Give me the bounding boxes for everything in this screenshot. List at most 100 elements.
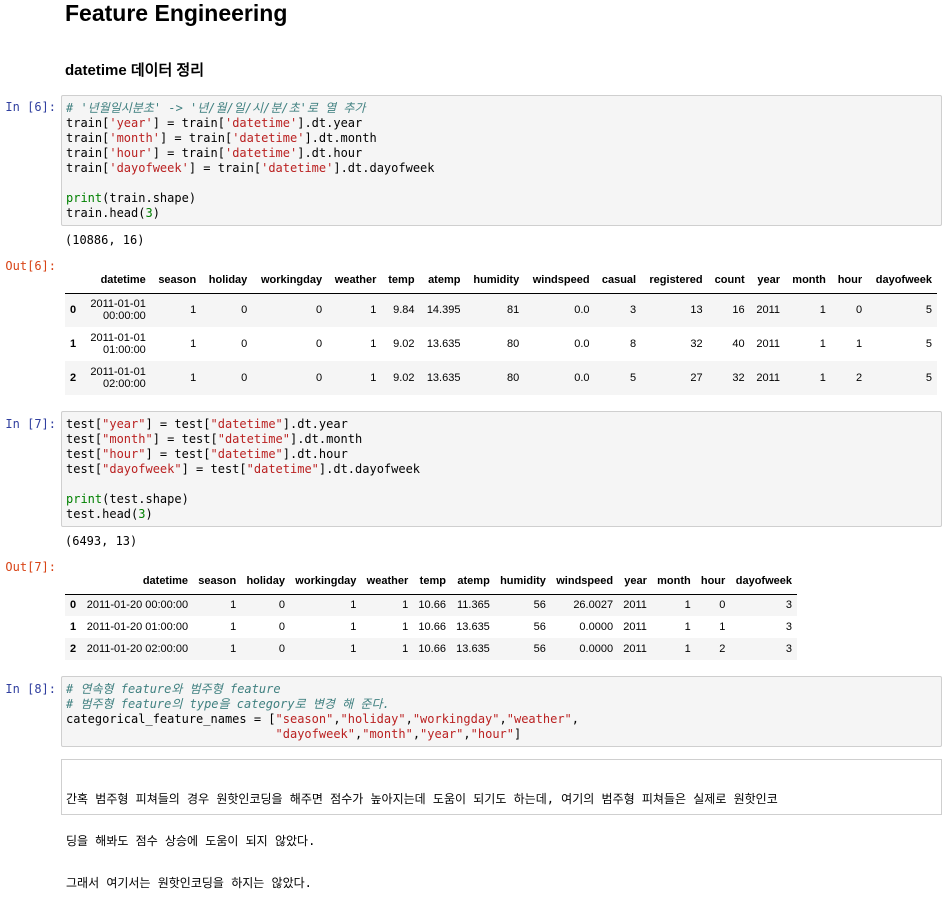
table-cell: 13.635 [456,621,490,633]
table-cell: 9.02 [393,338,415,350]
code-line: train['dayofweek'] = train['datetime'].d… [66,161,937,176]
column-header: datetime [81,568,194,595]
column-header: atemp [419,267,466,294]
code-token: ] [514,727,522,741]
code-token: ] = test[ [145,447,211,461]
code-token: ] = train[ [188,161,262,175]
column-header: windspeed [550,568,619,595]
column-header: dayofweek [730,568,797,595]
code-token: ].dt.dayofweek [333,161,435,175]
column-header: atemp [450,568,495,595]
table-cell: 2011-01-20 02:00:00 [86,643,189,655]
code-editor[interactable]: # 연속형 feature와 범주형 feature # 범주형 feature의… [62,677,941,747]
column-header: hour [830,267,868,294]
table-cell: 1 [402,643,409,655]
table-cell: 5 [629,372,637,384]
code-token: 3 [145,206,153,220]
code-token: ].dt.year [297,116,363,130]
code-token: # 연속형 feature와 범주형 feature [66,682,281,696]
code-token: "dayofweek" [102,462,182,476]
table-row: 2 2011-01-20 02:00:00 1 0 1 1 10.66 13.635 56 0.0… [65,638,797,660]
table-cell: 0 [241,372,248,384]
code-token: 'month' [109,131,160,145]
code-token: ) [145,507,153,521]
code-token: "year" [420,727,464,741]
table-cell: 5 [925,338,932,350]
code-token: ] = train[ [152,146,225,160]
code-line: "dayofweek","month","year","hour"] [66,727,937,742]
page-title: Feature Engineering [65,0,288,26]
table-cell: 1 [350,599,357,612]
table-cell: 0 [315,304,323,317]
row-index: 0 [70,304,77,317]
code-token: , [412,727,421,741]
table-cell: 2011-01-01 00:00:00 [90,298,146,323]
table-cell: 1 [350,621,357,633]
code-token: ] = test[ [152,432,218,446]
code-token: , [333,712,341,726]
table-cell: 1 [684,621,691,633]
column-header: year [749,267,786,294]
column-header: dayofweek [867,267,937,294]
code-token: "datetime" [210,417,283,431]
table-cell: 11.365 [456,599,490,612]
code-line [66,176,937,191]
table-cell: 1 [230,643,237,655]
table-cell: 2011 [623,599,647,612]
code-token: , [499,712,507,726]
column-header: season [193,568,242,595]
code-token: ].dt.hour [282,447,348,461]
code-line [66,477,937,492]
column-header: registered [641,267,708,294]
code-token: test[ [66,447,103,461]
code-line: print(train.shape) [66,191,937,206]
table-cell: 26.0027 [573,599,614,612]
column-header: weather [327,267,382,294]
table-cell: 13.635 [426,372,461,384]
table-cell: 14.395 [426,304,461,317]
markdown-cell[interactable]: 간혹 범주형 피쳐들의 경우 원핫인코딩을 해주면 점수가 높아지는데 도움이 … [61,759,942,890]
code-token: train[ [66,116,110,130]
table-cell: 32 [732,372,745,384]
code-token: ] = train[ [159,131,233,145]
table-cell: 1 [190,338,197,350]
code-token: "datetime" [217,432,290,446]
table-cell: 0 [315,338,323,350]
column-header: count [707,267,750,294]
table-row: 0 2011-01-01 00:00:00 1 0 0 1 9.84 14.395 81 0.0 3… [65,293,937,327]
table-cell: 1 [350,643,357,655]
code-token: print [66,492,103,506]
table-cell: 40 [732,338,745,350]
column-header: weather [361,568,414,595]
code-editor[interactable]: test["year"] = test["datetime"].dt.year t… [62,412,941,527]
output-prompt: Out[6]: [5,259,56,273]
table-cell: 1 [190,372,197,384]
table-cell: 1 [370,372,377,384]
column-header: casual [594,267,642,294]
table-cell: 5 [925,304,932,317]
code-line: test["month"] = test["datetime"].dt.mont… [66,432,937,447]
table-cell: 1 [856,338,863,350]
column-header: workingday [289,568,362,595]
row-index: 0 [70,599,77,612]
table-cell: 3 [785,643,792,655]
column-header: humidity [465,267,525,294]
code-token: "month" [102,432,153,446]
code-token: # 범주형 feature의 type을 category로 변경 해 준다. [66,697,390,711]
code-token: train[ [66,146,110,160]
code-cell[interactable]: # 연속형 feature와 범주형 feature # 범주형 feature의… [61,676,942,747]
column-header: month [651,568,696,595]
code-cell[interactable]: # '년월일시분초' -> '년/월/일/시/분/초'로 열 추가 train['… [61,95,942,226]
code-token: ] = test[ [145,417,211,431]
table-cell: 0 [315,372,323,384]
code-line: # 연속형 feature와 범주형 feature [66,682,937,697]
code-editor[interactable]: # '년월일시분초' -> '년/월/일/시/분/초'로 열 추가 train['… [62,96,941,226]
code-token: "hour" [102,447,146,461]
code-cell[interactable]: test["year"] = test["datetime"].dt.year t… [61,411,942,527]
code-line: train.head(3) [66,206,937,221]
code-token: "weather" [506,712,572,726]
column-header [65,267,82,294]
table-cell: 9.02 [393,372,415,384]
